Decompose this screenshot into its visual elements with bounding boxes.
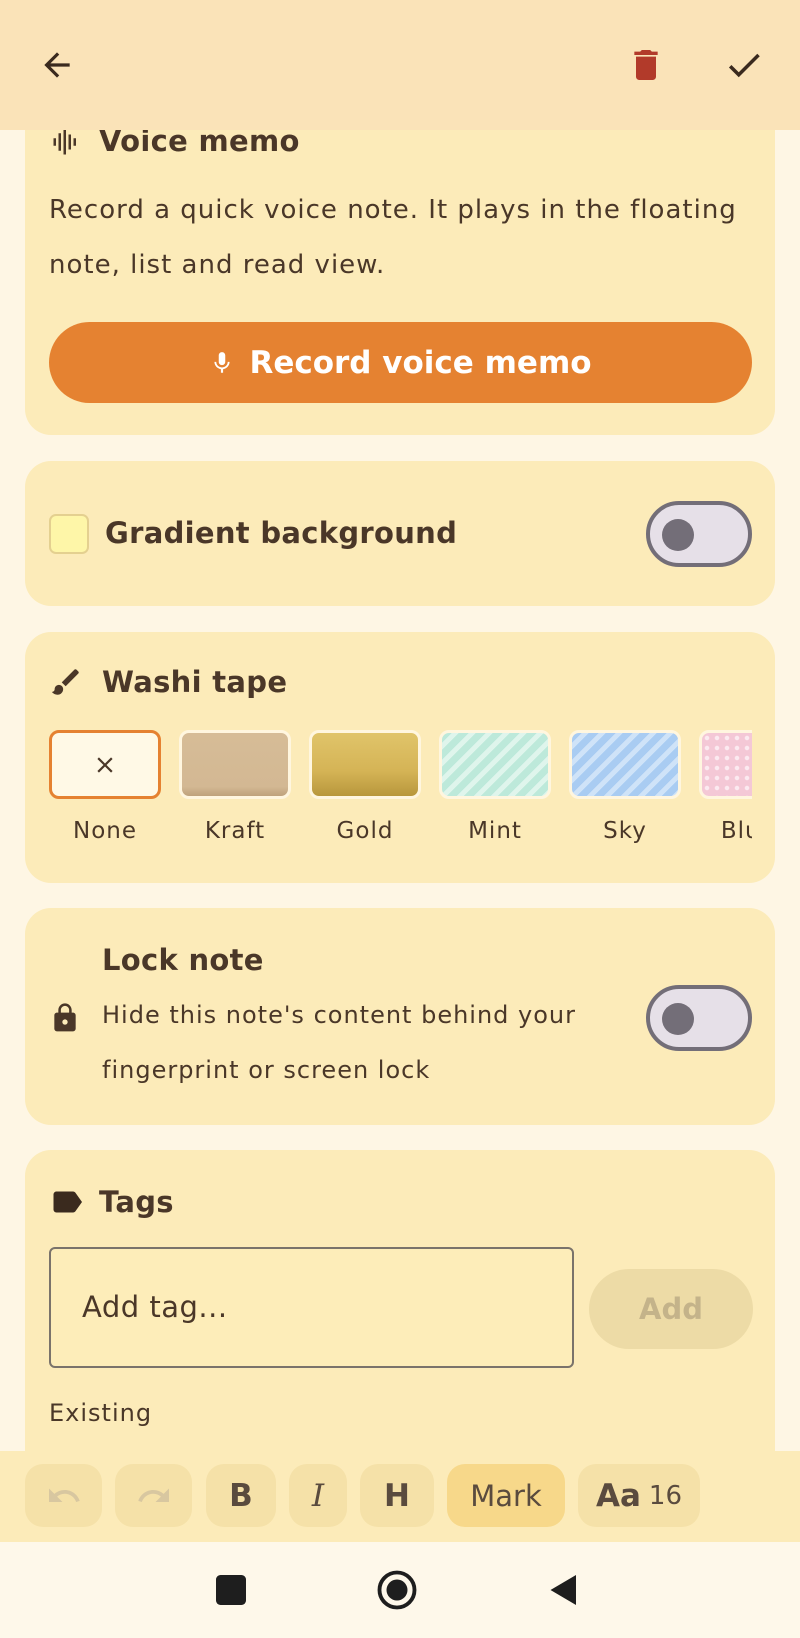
redo-icon: [137, 1488, 169, 1502]
washi-label-blush: Blush: [720, 818, 752, 844]
washi-swatch-sky: [569, 730, 681, 799]
save-button[interactable]: [716, 37, 772, 93]
voice-memo-description-line2: note, list and read view.: [49, 250, 386, 280]
heading-button[interactable]: H: [360, 1464, 434, 1527]
font-size-label: Aa: [595, 1477, 641, 1514]
gradient-color-swatch[interactable]: [49, 514, 89, 554]
font-size-value: 16: [648, 1480, 682, 1511]
home-icon[interactable]: [376, 1569, 418, 1611]
add-tag-input[interactable]: Add tag...: [49, 1247, 574, 1368]
existing-tags-label: Existing: [49, 1399, 153, 1427]
font-size-button[interactable]: Aa 16: [578, 1464, 700, 1527]
gradient-background-toggle[interactable]: [646, 501, 752, 567]
top-app-bar: [0, 0, 800, 130]
washi-label-kraft: Kraft: [204, 818, 266, 844]
arrow-left-icon: [44, 52, 70, 78]
bold-button[interactable]: B: [206, 1464, 276, 1527]
undo-button[interactable]: [25, 1464, 102, 1527]
washi-swatch-none: [49, 730, 161, 799]
voice-memo-card: Voice memo Record a quick voice note. It…: [25, 80, 775, 435]
tags-title: Tags: [99, 1185, 174, 1219]
check-icon: [728, 53, 760, 78]
washi-swatch-mint: [439, 730, 551, 799]
undo-icon: [48, 1488, 80, 1502]
washi-tape-card: Washi tape None Kraft Gold Mint Sky Bl: [25, 632, 775, 883]
system-navigation-bar: [0, 1542, 800, 1638]
voice-memo-description-line1: Record a quick voice note. It plays in t…: [49, 195, 737, 225]
toggle-knob: [662, 1003, 694, 1035]
lock-icon: [54, 1003, 76, 1032]
washi-tape-options: None Kraft Gold Mint Sky Blush: [49, 730, 752, 860]
label-tag-icon: [53, 1191, 82, 1213]
washi-label-sky: Sky: [603, 818, 647, 844]
lock-note-toggle[interactable]: [646, 985, 752, 1051]
washi-swatch-kraft: [179, 730, 291, 799]
lock-note-description-line2: fingerprint or screen lock: [102, 1056, 431, 1084]
redo-button[interactable]: [115, 1464, 192, 1527]
close-icon: [97, 756, 113, 773]
washi-label-gold: Gold: [336, 818, 394, 844]
washi-tape-title: Washi tape: [102, 665, 288, 699]
gradient-background-label: Gradient background: [105, 516, 458, 550]
italic-button[interactable]: I: [289, 1464, 347, 1527]
lock-note-card: Lock note Hide this note's content behin…: [25, 908, 775, 1125]
record-voice-memo-button[interactable]: Record voice memo: [49, 322, 752, 403]
back-nav-icon[interactable]: [546, 1571, 582, 1609]
lock-note-description-line1: Hide this note's content behind your: [102, 1001, 576, 1029]
washi-swatch-gold: [309, 730, 421, 799]
add-tag-button[interactable]: Add: [589, 1269, 753, 1349]
lock-note-title: Lock note: [102, 943, 264, 977]
recents-icon[interactable]: [213, 1572, 249, 1608]
back-button[interactable]: [29, 37, 85, 93]
trash-icon: [634, 50, 658, 80]
washi-label-none: None: [72, 818, 137, 844]
mark-button[interactable]: Mark: [447, 1464, 565, 1527]
waveform-icon: [53, 129, 76, 155]
brush-icon: [51, 669, 79, 695]
microphone-icon: [214, 351, 231, 373]
washi-label-mint: Mint: [468, 818, 522, 844]
toggle-knob: [662, 519, 694, 551]
washi-swatch-blush: [699, 730, 752, 799]
formatting-toolbar: B I H Mark Aa 16: [0, 1451, 800, 1542]
gradient-background-card: Gradient background: [25, 461, 775, 606]
delete-button[interactable]: [618, 37, 674, 93]
record-voice-memo-label: Record voice memo: [249, 344, 592, 381]
